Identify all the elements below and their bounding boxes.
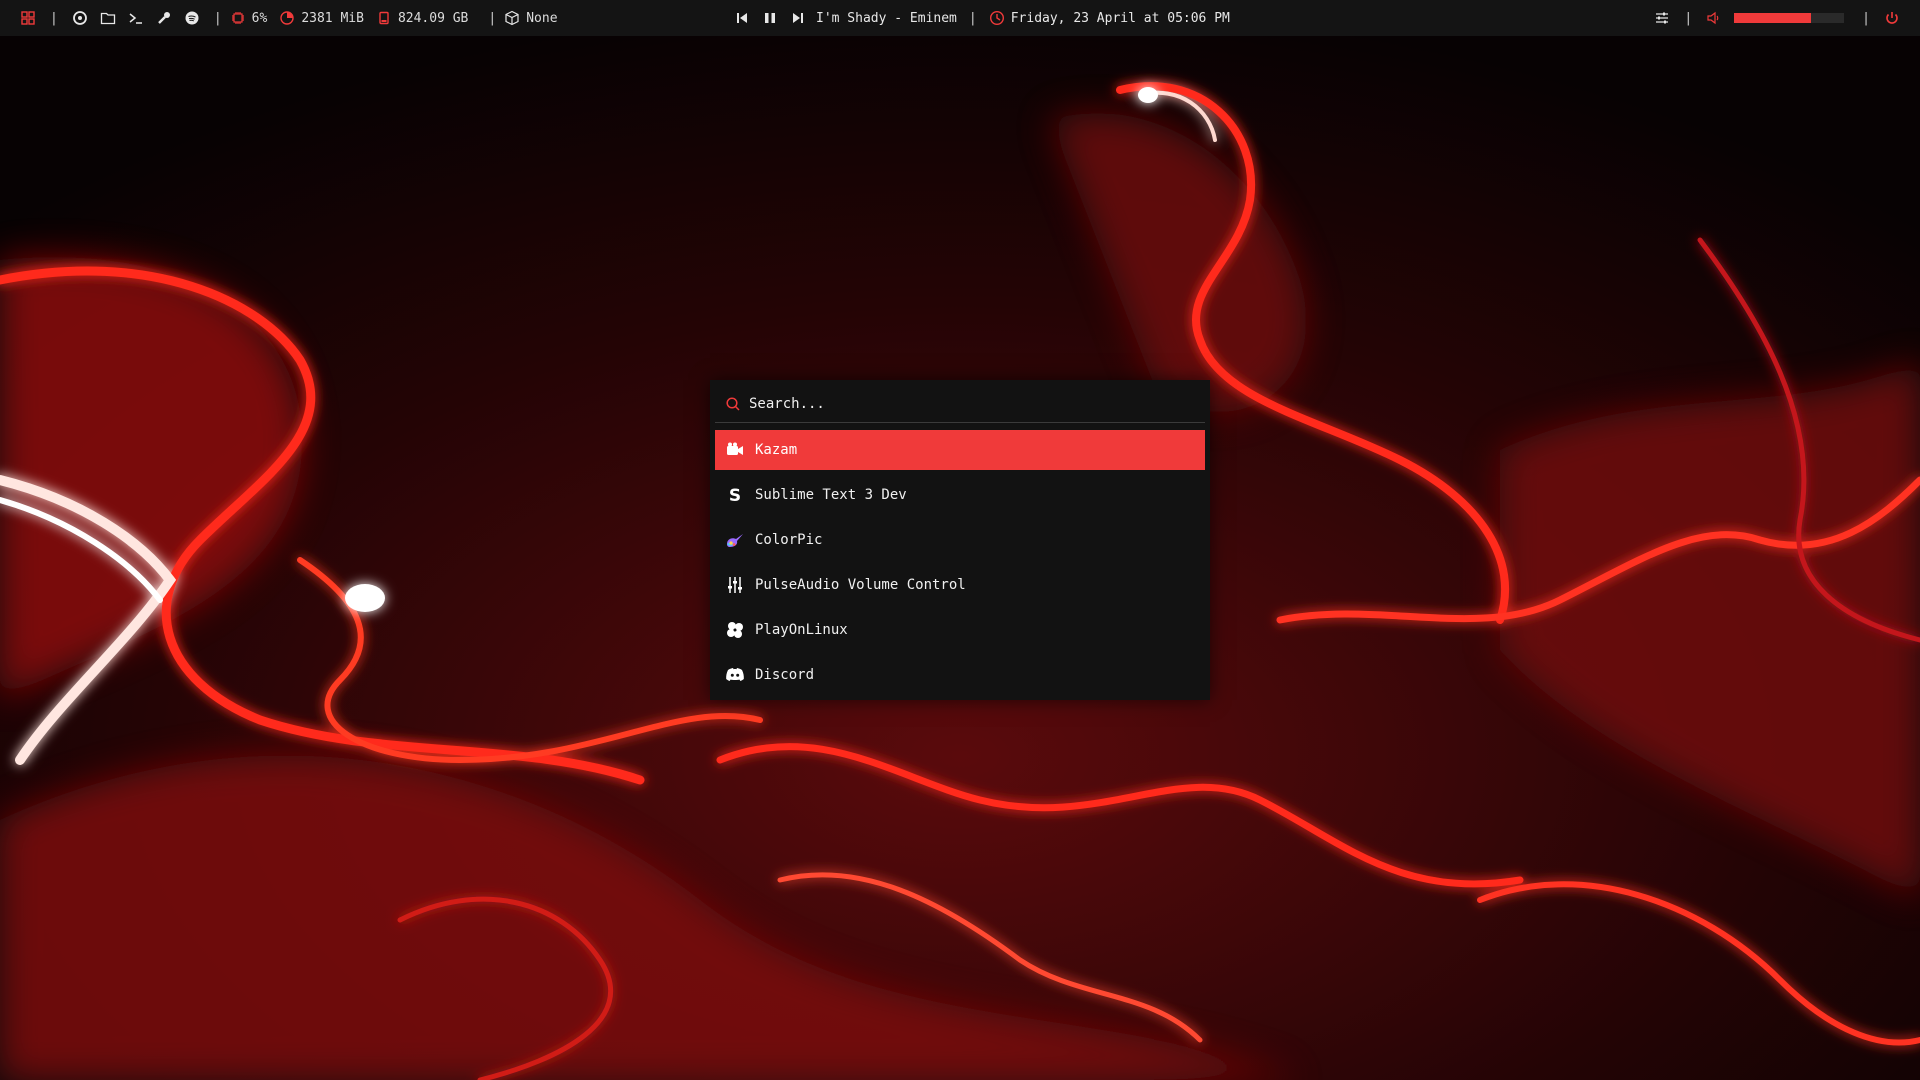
separator: | [1684,10,1693,26]
list-item-sublime-text[interactable]: S Sublime Text 3 Dev [715,475,1205,515]
search-input[interactable] [749,396,1169,412]
list-item-label: Sublime Text 3 Dev [755,487,907,503]
top-panel-left: | | 6% 2381 MiB 824.09 GB | None [14,0,570,36]
updates-value: None [526,10,558,26]
list-item-discord[interactable]: Discord [715,655,1205,695]
disk-icon [376,10,392,26]
clock-icon [989,10,1005,26]
top-panel: | | 6% 2381 MiB 824.09 GB | None I'm Sha… [0,0,1920,36]
separator: | [968,10,977,26]
updates-status: None [504,10,558,26]
now-playing-text[interactable]: I'm Shady - Eminem [816,11,957,26]
volume-slider-fill [1734,13,1812,23]
power-icon[interactable] [1884,10,1900,26]
disk-value: 824.09 GB [397,10,469,26]
launcher-results-list: Kazam S Sublime Text 3 Dev ColorPic Puls… [715,430,1205,700]
separator: | [213,10,222,26]
memory-pie-icon [279,10,295,26]
cpu-value: 6% [251,10,268,26]
terminal-icon[interactable] [128,10,144,26]
top-panel-center: I'm Shady - Eminem | Friday, 23 April at… [728,0,1230,36]
list-item-playonlinux[interactable]: PlayOnLinux [715,610,1205,650]
discord-icon [725,665,745,685]
separator: | [1862,10,1870,26]
sliders-icon [725,575,745,595]
separator: | [488,10,497,26]
color-palette-icon [725,530,745,550]
spotify-icon[interactable] [184,10,200,26]
cpu-usage: 6% [230,10,268,26]
cpu-icon [230,10,246,26]
list-item-label: ColorPic [755,532,823,548]
clover-icon [725,620,745,640]
list-item-pulseaudio[interactable]: PulseAudio Volume Control [715,565,1205,605]
list-item-label: Kazam [755,442,798,458]
video-camera-icon [725,440,745,460]
memory-usage: 2381 MiB [279,10,364,26]
search-icon [725,396,741,412]
list-item-label: PlayOnLinux [755,622,848,638]
apps-grid-icon[interactable] [20,10,36,26]
disk-usage: 824.09 GB [376,10,468,26]
previous-track-icon[interactable] [734,10,750,26]
list-item-colorpic[interactable]: ColorPic [715,520,1205,560]
refresh-icon[interactable] [72,10,88,26]
pause-icon[interactable] [762,10,778,26]
volume-icon[interactable] [1706,10,1722,26]
list-item-label: PulseAudio Volume Control [755,577,966,593]
volume-slider[interactable] [1734,13,1845,23]
memory-value: 2381 MiB [301,10,364,26]
package-icon [504,10,520,26]
datetime-text[interactable]: Friday, 23 April at 05:06 PM [1011,11,1230,26]
svg-text:S: S [729,486,741,505]
folder-icon[interactable] [100,10,116,26]
list-item-label: Discord [755,667,815,683]
app-launcher: Kazam S Sublime Text 3 Dev ColorPic Puls… [710,380,1210,700]
sublime-s-icon: S [725,485,745,505]
separator: | [50,10,58,26]
launcher-search-bar [715,386,1205,423]
top-panel-right: | | [1648,0,1906,36]
list-item-kazam[interactable]: Kazam [715,430,1205,470]
tools-icon[interactable] [156,10,172,26]
settings-sliders-icon[interactable] [1654,10,1670,26]
next-track-icon[interactable] [790,10,806,26]
